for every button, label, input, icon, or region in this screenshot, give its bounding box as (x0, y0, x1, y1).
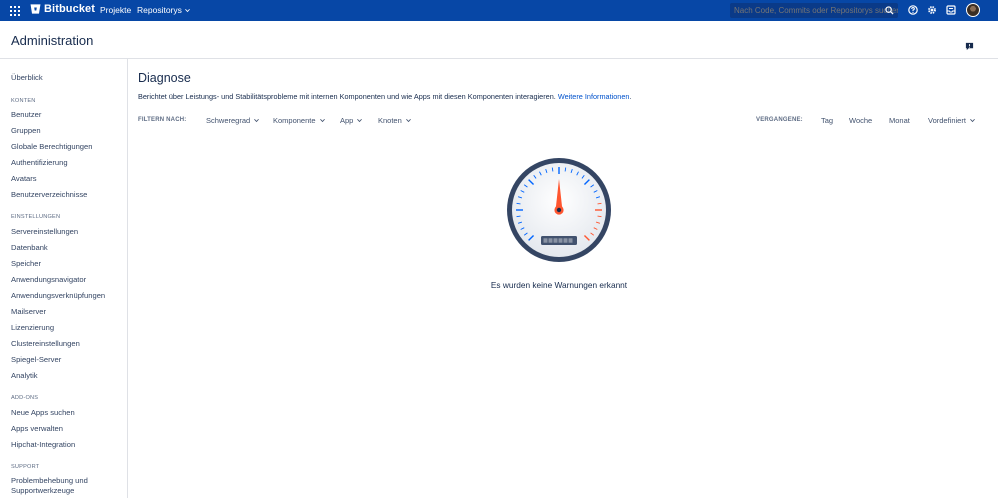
description-text: Berichtet über Leistungs- und Stabilität… (138, 92, 556, 101)
filter-node[interactable]: Knoten (378, 116, 411, 125)
chevron-down-icon (184, 8, 190, 12)
period-day[interactable]: Tag (821, 116, 833, 125)
gauge-tick (551, 167, 554, 172)
filter-severity-label: Schweregrad (206, 116, 251, 125)
gauge-tick (597, 202, 602, 205)
sidebar-item-groups[interactable]: Gruppen (11, 126, 41, 135)
sidebar-item-database[interactable]: Datenbank (11, 243, 48, 252)
period-label: VERGANGENE: (756, 117, 803, 123)
gauge-tick (516, 215, 521, 218)
filter-node-label: Knoten (378, 116, 402, 125)
gear-icon[interactable] (927, 5, 937, 15)
sidebar-heading-support: SUPPORT (11, 464, 40, 470)
top-navigation-bar: Bitbucket Projekte Repositorys (0, 0, 998, 21)
nav-repositories[interactable]: Repositorys (137, 5, 190, 15)
search-input[interactable] (730, 3, 898, 18)
bitbucket-logo[interactable]: Bitbucket (30, 3, 95, 15)
filter-app[interactable]: App (340, 116, 363, 125)
chevron-down-icon (254, 118, 260, 123)
brand-name: Bitbucket (44, 3, 96, 15)
sidebar-item-global-permissions[interactable]: Globale Berechtigungen (11, 142, 92, 151)
sidebar-item-server-settings[interactable]: Servereinstellungen (11, 227, 78, 236)
chevron-down-icon (970, 118, 975, 123)
gauge-tick (597, 215, 602, 218)
sidebar-heading-accounts: KONTEN (11, 98, 36, 104)
filter-app-label: App (340, 116, 354, 125)
sidebar-item-storage[interactable]: Speicher (11, 259, 41, 268)
section-title: Diagnose (138, 71, 191, 85)
sidebar-item-users[interactable]: Benutzer (11, 110, 41, 119)
sidebar-item-find-apps[interactable]: Neue Apps suchen (11, 408, 75, 417)
sidebar-item-hipchat-integration[interactable]: Hipchat-Integration (11, 440, 75, 449)
gauge-illustration (507, 158, 611, 262)
gauge-tick (564, 167, 567, 172)
period-week[interactable]: Woche (849, 116, 872, 125)
sidebar-item-licensing[interactable]: Lizenzierung (11, 323, 54, 332)
sidebar-item-avatars[interactable]: Avatars (11, 174, 37, 183)
page-title: Administration (11, 33, 94, 48)
sidebar-item-manage-apps[interactable]: Apps verwalten (11, 424, 63, 433)
bitbucket-icon (30, 4, 41, 14)
description-period: . (629, 92, 632, 101)
filter-component[interactable]: Komponente (273, 116, 325, 125)
period-custom-label: Vordefiniert (928, 116, 966, 125)
page-header: Administration (0, 21, 998, 59)
sidebar-item-overview[interactable]: Überblick (11, 73, 43, 82)
chevron-down-icon (319, 118, 325, 123)
sidebar-item-mirror-servers[interactable]: Spiegel-Server (11, 355, 61, 364)
sidebar-item-analytics[interactable]: Analytik (11, 371, 38, 380)
gauge-tick (516, 202, 521, 205)
chevron-down-icon (357, 118, 363, 123)
sidebar-item-troubleshooting[interactable]: Problembehebung und Supportwerkzeuge (11, 476, 121, 495)
sidebar-item-application-links[interactable]: Anwendungsverknüpfungen (11, 291, 105, 300)
avatar[interactable] (966, 3, 980, 17)
sidebar-heading-addons: ADD-ONS (11, 395, 39, 401)
nav-projects[interactable]: Projekte (100, 5, 131, 15)
sidebar-item-authentication[interactable]: Authentifizierung (11, 158, 68, 167)
period-month[interactable]: Monat (889, 116, 910, 125)
sidebar-item-application-navigator[interactable]: Anwendungsnavigator (11, 275, 86, 284)
search-icon[interactable] (885, 6, 894, 15)
more-info-link[interactable]: Weitere Informationen (558, 92, 630, 101)
feedback-icon[interactable] (965, 42, 974, 51)
sidebar-item-user-directories[interactable]: Benutzerverzeichnisse (11, 190, 87, 199)
sidebar-item-cluster-settings[interactable]: Clustereinstellungen (11, 339, 80, 348)
filter-severity[interactable]: Schweregrad (206, 116, 260, 125)
inbox-icon[interactable] (946, 5, 956, 15)
empty-state-message: Es wurden keine Warnungen erkannt (490, 280, 628, 290)
apps-icon[interactable] (10, 6, 20, 16)
period-custom[interactable]: Vordefiniert (928, 116, 975, 125)
filter-label: FILTERN NACH: (138, 117, 187, 123)
chevron-down-icon (405, 118, 411, 123)
filter-component-label: Komponente (273, 116, 316, 125)
sidebar-item-mail-server[interactable]: Mailserver (11, 307, 46, 316)
nav-repositories-label: Repositorys (137, 5, 182, 15)
sidebar-heading-settings: EINSTELLUNGEN (11, 214, 61, 220)
section-description: Berichtet über Leistungs- und Stabilität… (138, 92, 632, 101)
help-icon[interactable] (908, 5, 918, 15)
